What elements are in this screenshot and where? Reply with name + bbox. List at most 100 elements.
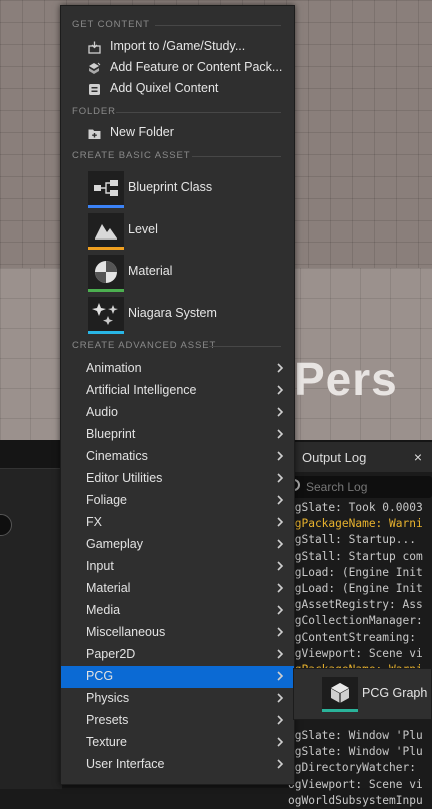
submenu-gameplay[interactable]: Gameplay	[61, 534, 294, 556]
submenu-label: Paper2D	[86, 647, 136, 661]
chevron-right-icon	[277, 627, 284, 637]
asset-level[interactable]: Level	[61, 211, 294, 251]
log-line: ogSlate: Window 'Plu	[288, 729, 423, 742]
submenu-fx[interactable]: FX	[61, 512, 294, 534]
asset-color-bar	[88, 331, 124, 334]
output-log-title: Output Log	[302, 450, 367, 465]
chevron-right-icon	[277, 473, 284, 483]
section-get-content: GET CONTENT	[72, 19, 150, 30]
log-line: ogPackageName: Warni	[288, 517, 423, 531]
submenu-label: Cinematics	[86, 449, 148, 463]
submenu-label: Input	[86, 559, 114, 573]
submenu-item-pcg-graph[interactable]: PCG Graph	[362, 686, 427, 700]
asset-label: Level	[128, 222, 158, 236]
import-icon	[88, 41, 101, 54]
submenu-editor-utilities[interactable]: Editor Utilities	[61, 468, 294, 490]
submenu-label: Blueprint	[86, 427, 136, 441]
section-divider	[155, 25, 281, 26]
chevron-right-icon	[277, 715, 284, 725]
chevron-right-icon	[277, 693, 284, 703]
output-log-tab[interactable]: Output Log ×	[292, 442, 432, 472]
chevron-right-icon	[277, 649, 284, 659]
submenu-media[interactable]: Media	[61, 600, 294, 622]
menu-item-import[interactable]: Import to /Game/Study...	[61, 37, 294, 58]
asset-blueprint-class[interactable]: Blueprint Class	[61, 169, 294, 209]
chevron-right-icon	[277, 385, 284, 395]
submenu-label: Audio	[86, 405, 118, 419]
blueprint-class-icon	[88, 171, 124, 205]
chevron-right-icon	[277, 583, 284, 593]
chevron-right-icon	[277, 517, 284, 527]
submenu-label: Physics	[86, 691, 130, 705]
asset-label: Material	[128, 264, 173, 278]
submenu-input[interactable]: Input	[61, 556, 294, 578]
log-line: ogWorldSubsystemInpu	[288, 793, 423, 807]
chevron-right-icon	[277, 407, 284, 417]
log-line: ogAssetRegistry: Ass	[288, 598, 423, 612]
pcg-submenu: PCG Graph	[293, 668, 432, 720]
viewport-overlay-text: Pers	[294, 353, 398, 405]
asset-color-bar	[88, 247, 124, 250]
level-icon	[88, 213, 124, 247]
asset-color-bar	[88, 289, 124, 292]
log-line: ogContentStreaming:	[288, 630, 416, 644]
output-log-panel: Output Log × Search Log ogSlate: Took 0.…	[288, 442, 432, 807]
log-line: ogViewport: Scene vi	[288, 646, 423, 660]
submenu-label: FX	[86, 515, 102, 529]
pcg-graph-icon	[322, 677, 358, 709]
chevron-right-icon	[277, 363, 284, 373]
section-folder: FOLDER	[72, 106, 116, 117]
close-icon[interactable]: ×	[414, 449, 422, 465]
submenu-miscellaneous[interactable]: Miscellaneous	[61, 622, 294, 644]
section-advanced-asset: CREATE ADVANCED ASSET	[72, 340, 217, 351]
quixel-icon	[89, 84, 100, 95]
submenu-label: Gameplay	[86, 537, 143, 551]
asset-niagara-system[interactable]: Niagara System	[61, 295, 294, 335]
asset-label: Niagara System	[128, 306, 217, 320]
submenu-label: User Interface	[86, 757, 165, 771]
submenu-animation[interactable]: Animation	[61, 358, 294, 380]
chevron-right-icon	[277, 451, 284, 461]
section-basic-asset: CREATE BASIC ASSET	[72, 150, 191, 161]
feature-pack-icon	[89, 62, 101, 74]
search-log-input[interactable]: Search Log	[288, 476, 432, 498]
submenu-artificial-intelligence[interactable]: Artificial Intelligence	[61, 380, 294, 402]
chevron-right-icon	[277, 429, 284, 439]
submenu-presets[interactable]: Presets	[61, 710, 294, 732]
submenu-label: Miscellaneous	[86, 625, 166, 639]
submenu-material[interactable]: Material	[61, 578, 294, 600]
section-divider	[116, 112, 281, 113]
log-line: ogLoad: (Engine Init	[288, 565, 423, 579]
submenu-label: Presets	[86, 713, 129, 727]
submenu-foliage[interactable]: Foliage	[61, 490, 294, 512]
menu-item-new-folder[interactable]: New Folder	[61, 123, 294, 144]
asset-label: Blueprint Class	[128, 180, 213, 194]
submenu-blueprint[interactable]: Blueprint	[61, 424, 294, 446]
chevron-right-icon	[277, 539, 284, 549]
submenu-texture[interactable]: Texture	[61, 732, 294, 754]
submenu-user-interface[interactable]: User Interface	[61, 754, 294, 776]
submenu-physics[interactable]: Physics	[61, 688, 294, 710]
log-line: ogStall: Startup...	[288, 533, 416, 547]
material-icon	[88, 255, 124, 289]
submenu-paper2d[interactable]: Paper2D	[61, 644, 294, 666]
menu-item-label: Add Quixel Content	[110, 81, 219, 95]
menu-item-quixel[interactable]: Add Quixel Content	[61, 79, 294, 100]
new-folder-icon	[88, 129, 101, 139]
log-lines-top: ogSlate: Took 0.0003 ogPackageName: Warni…	[288, 500, 432, 694]
submenu-pcg[interactable]: PCG	[61, 666, 294, 688]
menu-item-label: Add Feature or Content Pack...	[110, 60, 283, 74]
menu-item-label: Import to /Game/Study...	[110, 39, 246, 53]
chevron-right-icon	[277, 495, 284, 505]
submenu-label: Media	[86, 603, 121, 617]
niagara-system-icon	[88, 297, 124, 331]
submenu-label: Texture	[86, 735, 127, 749]
output-log-tabbar: Output Log ×	[292, 442, 432, 472]
submenu-cinematics[interactable]: Cinematics	[61, 446, 294, 468]
submenu-audio[interactable]: Audio	[61, 402, 294, 424]
section-divider	[192, 156, 281, 157]
asset-material[interactable]: Material	[61, 253, 294, 293]
menu-item-add-feature[interactable]: Add Feature or Content Pack...	[61, 58, 294, 79]
chevron-right-icon	[277, 671, 284, 681]
submenu-label: Editor Utilities	[86, 471, 163, 485]
